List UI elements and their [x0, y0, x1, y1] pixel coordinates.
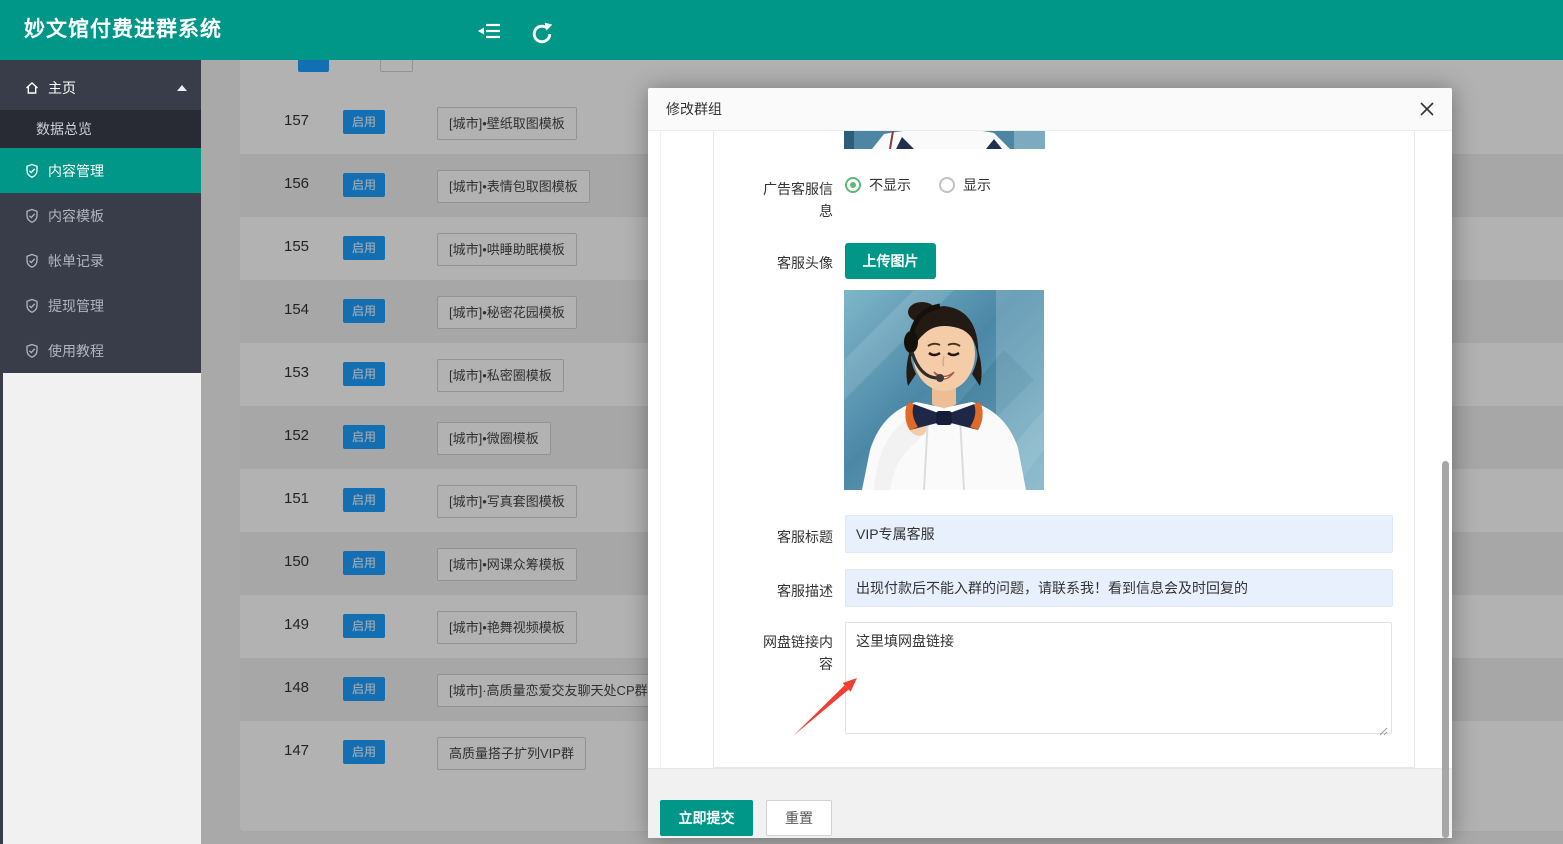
field-label-title: 客服标题: [753, 526, 833, 548]
sidebar-item-content-template[interactable]: 内容模板: [0, 193, 201, 238]
app-root: 妙文馆付费进群系统 主页 数据总览 内容管理 内容模板 帐单记录 提现管理: [0, 0, 1563, 844]
upload-image-button[interactable]: 上传图片: [845, 243, 936, 279]
shield-check-icon: [24, 343, 40, 359]
app-header: 妙文馆付费进群系统: [0, 0, 1563, 60]
sidebar-item-label: 内容模板: [48, 206, 104, 226]
shield-check-icon: [24, 208, 40, 224]
sidebar: 主页 数据总览 内容管理 内容模板 帐单记录 提现管理 使用教程: [0, 60, 201, 844]
caret-up-icon: [177, 85, 187, 91]
shield-check-icon: [24, 163, 40, 179]
modal-header: 修改群组: [648, 88, 1452, 131]
reset-button[interactable]: 重置: [766, 800, 832, 836]
submit-button[interactable]: 立即提交: [660, 800, 753, 836]
shield-icon: [24, 208, 40, 224]
shield-icon: [24, 253, 40, 269]
app-title: 妙文馆付费进群系统: [24, 0, 222, 60]
sidebar-item-label: 使用教程: [48, 341, 104, 361]
sidebar-item-label: 主页: [48, 78, 76, 98]
field-label-desc: 客服描述: [753, 580, 833, 602]
shield-check-icon: [24, 253, 40, 269]
sidebar-item-withdraw-manage[interactable]: 提现管理: [0, 283, 201, 328]
sidebar-menu: 主页 数据总览 内容管理 内容模板 帐单记录 提现管理 使用教程: [0, 60, 201, 373]
radio-hide[interactable]: 不显示: [845, 175, 911, 195]
service-desc-input[interactable]: [845, 569, 1393, 607]
shield-icon: [24, 343, 40, 359]
shield-icon: [24, 163, 40, 179]
sidebar-item-usage-tutorial[interactable]: 使用教程: [0, 328, 201, 373]
sidebar-item-home[interactable]: 主页: [0, 66, 201, 110]
edit-group-modal: 修改群组 广告客服信息: [648, 88, 1452, 838]
radio-circle-icon: [845, 177, 861, 193]
modal-title: 修改群组: [666, 88, 722, 131]
sidebar-item-label: 提现管理: [48, 296, 104, 316]
radio-circle-icon: [939, 177, 955, 193]
sidebar-lower-panel: [0, 373, 201, 844]
field-label-avatar: 客服头像: [753, 252, 833, 274]
sidebar-item-label: 数据总览: [36, 119, 92, 139]
modal-scrollbar-thumb[interactable]: [1442, 461, 1449, 838]
sidebar-item-label: 帐单记录: [48, 251, 104, 271]
collapse-menu-icon[interactable]: [478, 22, 502, 40]
modal-body: 广告客服信息 不显示 显示 客服头像 上传图片: [648, 131, 1452, 838]
home-icon: [24, 80, 40, 96]
shield-check-icon: [24, 298, 40, 314]
field-label-netdisk: 网盘链接内容: [753, 631, 833, 675]
shield-icon: [24, 298, 40, 314]
cropped-photo-strip: [844, 131, 1045, 149]
radio-show[interactable]: 显示: [939, 175, 991, 195]
refresh-icon[interactable]: [530, 22, 554, 40]
sidebar-item-content-manage[interactable]: 内容管理: [0, 148, 201, 193]
field-label-ad-service: 广告客服信息: [753, 178, 833, 222]
service-title-input[interactable]: [845, 515, 1393, 553]
modal-footer: 立即提交 重置: [648, 768, 1452, 838]
sidebar-item-bill-records[interactable]: 帐单记录: [0, 238, 201, 283]
home-icon: [24, 80, 40, 96]
sidebar-item-label: 内容管理: [48, 161, 104, 181]
sidebar-item-data-overview[interactable]: 数据总览: [0, 110, 201, 148]
divider: [660, 131, 661, 768]
customer-service-photo: [844, 290, 1044, 490]
ad-service-radio-group: 不显示 显示: [845, 175, 1009, 195]
netdisk-link-textarea[interactable]: 这里填网盘链接: [845, 622, 1392, 734]
close-icon[interactable]: [1418, 100, 1436, 118]
